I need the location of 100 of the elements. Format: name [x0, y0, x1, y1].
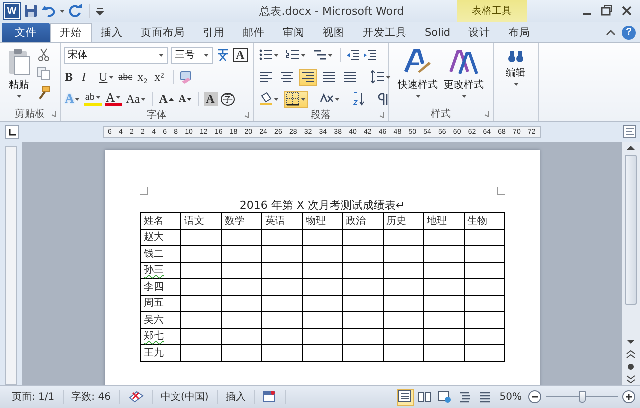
scissors-icon[interactable] — [37, 48, 51, 62]
ribbon-tab[interactable]: 开始 — [50, 23, 92, 42]
caret-icon[interactable] — [462, 94, 466, 99]
italic-button[interactable]: I — [81, 68, 95, 86]
quick-styles-button[interactable]: 快速样式 — [395, 46, 441, 107]
macro-record-icon[interactable] — [262, 390, 277, 404]
decrease-indent-icon[interactable] — [346, 48, 360, 62]
caret-icon[interactable] — [16, 94, 22, 99]
clear-formatting-icon[interactable] — [178, 70, 193, 84]
app-icon[interactable]: W — [4, 3, 20, 19]
format-painter-icon[interactable] — [37, 86, 51, 100]
launcher-icon[interactable] — [483, 111, 490, 118]
sort-icon[interactable] — [352, 92, 366, 106]
grow-font-button[interactable]: A — [158, 90, 175, 108]
previous-page-icon[interactable] — [626, 349, 636, 359]
close-icon[interactable] — [620, 4, 634, 18]
zoom-in-icon[interactable] — [622, 390, 636, 404]
tab-selector[interactable] — [5, 125, 19, 139]
word-count[interactable]: 字数: 46 — [64, 390, 120, 404]
save-icon[interactable] — [24, 4, 38, 18]
caret-icon[interactable] — [159, 52, 164, 58]
caret-icon[interactable] — [328, 52, 333, 58]
caret-icon[interactable] — [301, 52, 306, 58]
shrink-font-button[interactable]: A — [178, 90, 194, 108]
launcher-icon[interactable] — [378, 112, 385, 119]
caret-icon[interactable] — [274, 52, 279, 58]
paste-button[interactable]: 粘贴 — [3, 46, 35, 107]
ribbon-tab[interactable]: 邮件 — [234, 23, 274, 42]
borders-button[interactable] — [284, 90, 308, 108]
tab-stop-icon — [8, 128, 16, 136]
view-button[interactable] — [436, 388, 454, 406]
caret-icon[interactable] — [108, 74, 114, 80]
superscript-button[interactable]: x² — [154, 68, 168, 86]
character-border-button[interactable]: A — [233, 48, 248, 62]
ribbon-tab[interactable]: 页面布局 — [132, 23, 194, 42]
zoom-thumb[interactable] — [579, 391, 586, 403]
caret-icon[interactable] — [141, 96, 146, 102]
view-ruler-icon[interactable] — [623, 125, 637, 139]
ribbon-tab[interactable]: 插入 — [92, 23, 132, 42]
highlight-button[interactable]: ab — [84, 92, 102, 106]
change-styles-button[interactable]: 更改样式 — [441, 46, 487, 107]
launcher-icon[interactable] — [50, 111, 57, 118]
caret-icon[interactable] — [416, 94, 420, 99]
ribbon-tab[interactable]: 开发工具 — [354, 23, 416, 42]
scroll-up-icon[interactable] — [626, 144, 636, 152]
copy-icon[interactable] — [37, 67, 51, 81]
scroll-down-icon[interactable] — [626, 338, 636, 346]
ribbon-tab[interactable]: 设计 — [460, 23, 500, 42]
zoom-out-icon[interactable] — [528, 390, 542, 404]
customize-icon[interactable] — [96, 6, 104, 16]
ribbon-tab[interactable]: 文件 — [2, 23, 50, 42]
view-button[interactable] — [396, 388, 414, 406]
caret-icon[interactable] — [386, 74, 391, 80]
browse-object-icon[interactable] — [626, 362, 636, 372]
change-case-button[interactable]: Aa — [125, 90, 148, 108]
phonetic-guide-icon[interactable] — [216, 48, 230, 62]
ribbon-tab[interactable]: 布局 — [500, 23, 540, 42]
caret-icon[interactable] — [75, 96, 80, 102]
ribbon-tab[interactable]: 视图 — [314, 23, 354, 42]
font-size-field[interactable]: 三号 — [171, 46, 213, 64]
caret-icon[interactable] — [204, 52, 209, 58]
page-count[interactable]: 页面: 1/1 — [4, 390, 64, 404]
font-name-field[interactable]: 宋体 — [64, 46, 168, 64]
caret-icon[interactable] — [60, 8, 65, 14]
scrollbar[interactable] — [622, 142, 640, 385]
shading-button[interactable] — [257, 90, 281, 108]
up-arrow-icon[interactable] — [168, 96, 174, 102]
launcher-icon[interactable] — [243, 112, 250, 119]
line-spacing-button[interactable] — [369, 68, 393, 86]
down-arrow-icon[interactable] — [187, 96, 192, 102]
subscript-button[interactable]: x₂ — [136, 68, 151, 86]
caret-icon[interactable] — [116, 95, 122, 100]
next-page-icon[interactable] — [626, 375, 636, 385]
zoom-level[interactable]: 50% — [494, 392, 528, 402]
strikethrough-button[interactable]: abc — [118, 68, 134, 86]
underline-button[interactable]: U — [98, 68, 115, 86]
caret-icon[interactable] — [274, 96, 279, 102]
insert-mode-status[interactable]: 插入 — [218, 390, 255, 404]
caret-icon[interactable] — [96, 95, 101, 100]
help-button[interactable]: ? — [622, 26, 636, 40]
font-color-button[interactable]: A — [104, 92, 122, 106]
caret-icon[interactable] — [335, 96, 340, 102]
scroll-thumb[interactable] — [625, 155, 637, 305]
bold-button[interactable]: B — [64, 68, 78, 86]
paragraph-mark-icon[interactable] — [376, 92, 390, 106]
caret-icon[interactable] — [301, 96, 306, 102]
increase-indent-icon[interactable] — [363, 48, 377, 62]
undo-icon[interactable] — [42, 4, 56, 18]
ribbon-tab[interactable]: 引用 — [194, 23, 234, 42]
restore-icon[interactable] — [600, 4, 614, 18]
collapse-ribbon-icon[interactable] — [606, 28, 616, 36]
character-shading-button[interactable]: A — [204, 92, 218, 106]
editing-button[interactable]: 编辑 — [503, 46, 529, 121]
align-button[interactable] — [299, 68, 317, 86]
ribbon-tab[interactable]: Solid — [416, 23, 460, 42]
proofing-icon[interactable] — [128, 390, 144, 404]
redo-icon[interactable] — [69, 4, 83, 18]
caret-icon[interactable] — [514, 82, 518, 87]
ribbon-tab[interactable]: 审阅 — [274, 23, 314, 42]
language-status[interactable]: 中文(中国) — [152, 390, 218, 404]
